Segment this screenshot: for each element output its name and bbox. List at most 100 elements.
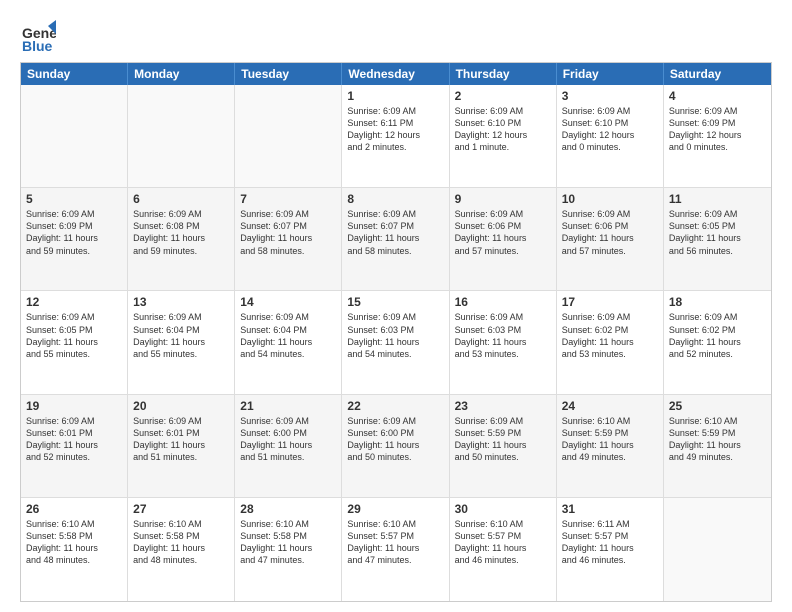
day-cell-24: 24 Sunrise: 6:10 AMSunset: 5:59 PMDayligh… [557,395,664,497]
cell-info: Sunrise: 6:09 AMSunset: 6:06 PMDaylight:… [455,208,551,257]
day-cell-9: 9Sunrise: 6:09 AMSunset: 6:06 PMDaylight… [450,188,557,290]
day-number: 8 [347,192,443,206]
day-cell-6: 6 Sunrise: 6:09 AMSunset: 6:08 PMDaylight… [128,188,235,290]
day-cell-12: 12 Sunrise: 6:09 AMSunset: 6:05 PMDayligh… [21,291,128,393]
day-cell-25: 25Sunrise: 6:10 AMSunset: 5:59 PMDayligh… [664,395,771,497]
day-cell-29: 29Sunrise: 6:10 AMSunset: 5:57 PMDayligh… [342,498,449,601]
day-cell-5: 5 Sunrise: 6:09 AMSunset: 6:09 PMDaylight… [21,188,128,290]
week-row: 5 Sunrise: 6:09 AMSunset: 6:09 PMDaylight… [21,188,771,291]
cell-info: Sunrise: 6:11 AMSunset: 5:57 PMDaylight:… [562,518,658,567]
cell-info: Sunrise: 6:10 AMSunset: 5:58 PMDaylight:… [133,518,229,567]
empty-cell [235,85,342,187]
day-header-saturday: Saturday [664,63,771,85]
day-cell-18: 18 Sunrise: 6:09 AMSunset: 6:02 PMDayligh… [664,291,771,393]
cell-info: Sunrise: 6:09 AMSunset: 6:07 PMDaylight:… [240,208,336,257]
week-row: 19 Sunrise: 6:09 AMSunset: 6:01 PMDayligh… [21,395,771,498]
day-number: 6 [133,192,229,206]
day-cell-10: 10 Sunrise: 6:09 AMSunset: 6:06 PMDayligh… [557,188,664,290]
cell-info: Sunrise: 6:09 AMSunset: 6:11 PMDaylight:… [347,105,443,154]
week-row: 26 Sunrise: 6:10 AMSunset: 5:58 PMDayligh… [21,498,771,601]
day-number: 10 [562,192,658,206]
day-header-tuesday: Tuesday [235,63,342,85]
day-cell-27: 27 Sunrise: 6:10 AMSunset: 5:58 PMDayligh… [128,498,235,601]
cell-info: Sunrise: 6:09 AMSunset: 5:59 PMDaylight:… [455,415,551,464]
day-cell-30: 30 Sunrise: 6:10 AMSunset: 5:57 PMDayligh… [450,498,557,601]
day-number: 4 [669,89,766,103]
day-cell-3: 3Sunrise: 6:09 AMSunset: 6:10 PMDaylight… [557,85,664,187]
week-row: 1 Sunrise: 6:09 AMSunset: 6:11 PMDaylight… [21,85,771,188]
cell-info: Sunrise: 6:09 AMSunset: 6:00 PMDaylight:… [347,415,443,464]
day-number: 18 [669,295,766,309]
cell-info: Sunrise: 6:09 AMSunset: 6:03 PMDaylight:… [347,311,443,360]
day-number: 27 [133,502,229,516]
day-number: 15 [347,295,443,309]
day-cell-8: 8Sunrise: 6:09 AMSunset: 6:07 PMDaylight… [342,188,449,290]
cell-info: Sunrise: 6:09 AMSunset: 6:02 PMDaylight:… [669,311,766,360]
day-cell-13: 13 Sunrise: 6:09 AMSunset: 6:04 PMDayligh… [128,291,235,393]
day-number: 26 [26,502,122,516]
cell-info: Sunrise: 6:09 AMSunset: 6:08 PMDaylight:… [133,208,229,257]
day-number: 2 [455,89,551,103]
logo-icon: General Blue [20,18,56,54]
cell-info: Sunrise: 6:09 AMSunset: 6:04 PMDaylight:… [133,311,229,360]
day-cell-16: 16Sunrise: 6:09 AMSunset: 6:03 PMDayligh… [450,291,557,393]
day-number: 22 [347,399,443,413]
cell-info: Sunrise: 6:10 AMSunset: 5:58 PMDaylight:… [26,518,122,567]
cell-info: Sunrise: 6:09 AMSunset: 6:02 PMDaylight:… [562,311,658,360]
cell-info: Sunrise: 6:09 AMSunset: 6:10 PMDaylight:… [562,105,658,154]
day-header-thursday: Thursday [450,63,557,85]
day-number: 23 [455,399,551,413]
day-header-sunday: Sunday [21,63,128,85]
week-row: 12 Sunrise: 6:09 AMSunset: 6:05 PMDayligh… [21,291,771,394]
day-number: 7 [240,192,336,206]
cell-info: Sunrise: 6:09 AMSunset: 6:00 PMDaylight:… [240,415,336,464]
day-cell-7: 7 Sunrise: 6:09 AMSunset: 6:07 PMDaylight… [235,188,342,290]
day-cell-20: 20Sunrise: 6:09 AMSunset: 6:01 PMDayligh… [128,395,235,497]
day-header-wednesday: Wednesday [342,63,449,85]
cell-info: Sunrise: 6:10 AMSunset: 5:58 PMDaylight:… [240,518,336,567]
calendar: SundayMondayTuesdayWednesdayThursdayFrid… [20,62,772,602]
day-number: 29 [347,502,443,516]
page: General Blue SundayMondayTuesdayWednesda… [0,0,792,612]
header: General Blue [20,18,772,54]
day-cell-28: 28Sunrise: 6:10 AMSunset: 5:58 PMDayligh… [235,498,342,601]
calendar-header: SundayMondayTuesdayWednesdayThursdayFrid… [21,63,771,85]
day-number: 13 [133,295,229,309]
cell-info: Sunrise: 6:10 AMSunset: 5:59 PMDaylight:… [562,415,658,464]
calendar-body: 1 Sunrise: 6:09 AMSunset: 6:11 PMDaylight… [21,85,771,601]
day-cell-14: 14Sunrise: 6:09 AMSunset: 6:04 PMDayligh… [235,291,342,393]
day-number: 12 [26,295,122,309]
day-number: 21 [240,399,336,413]
cell-info: Sunrise: 6:09 AMSunset: 6:05 PMDaylight:… [26,311,122,360]
day-cell-21: 21 Sunrise: 6:09 AMSunset: 6:00 PMDayligh… [235,395,342,497]
day-number: 31 [562,502,658,516]
day-cell-15: 15 Sunrise: 6:09 AMSunset: 6:03 PMDayligh… [342,291,449,393]
cell-info: Sunrise: 6:09 AMSunset: 6:05 PMDaylight:… [669,208,766,257]
day-number: 1 [347,89,443,103]
empty-cell [664,498,771,601]
cell-info: Sunrise: 6:09 AMSunset: 6:03 PMDaylight:… [455,311,551,360]
day-number: 11 [669,192,766,206]
day-cell-22: 22 Sunrise: 6:09 AMSunset: 6:00 PMDayligh… [342,395,449,497]
day-cell-1: 1 Sunrise: 6:09 AMSunset: 6:11 PMDaylight… [342,85,449,187]
cell-info: Sunrise: 6:09 AMSunset: 6:09 PMDaylight:… [26,208,122,257]
cell-info: Sunrise: 6:09 AMSunset: 6:06 PMDaylight:… [562,208,658,257]
day-cell-23: 23 Sunrise: 6:09 AMSunset: 5:59 PMDayligh… [450,395,557,497]
day-cell-26: 26 Sunrise: 6:10 AMSunset: 5:58 PMDayligh… [21,498,128,601]
day-number: 5 [26,192,122,206]
svg-text:Blue: Blue [22,38,53,54]
day-number: 30 [455,502,551,516]
day-number: 24 [562,399,658,413]
cell-info: Sunrise: 6:10 AMSunset: 5:59 PMDaylight:… [669,415,766,464]
day-cell-4: 4 Sunrise: 6:09 AMSunset: 6:09 PMDaylight… [664,85,771,187]
day-header-friday: Friday [557,63,664,85]
day-cell-11: 11 Sunrise: 6:09 AMSunset: 6:05 PMDayligh… [664,188,771,290]
cell-info: Sunrise: 6:09 AMSunset: 6:09 PMDaylight:… [669,105,766,154]
cell-info: Sunrise: 6:09 AMSunset: 6:01 PMDaylight:… [133,415,229,464]
day-header-monday: Monday [128,63,235,85]
cell-info: Sunrise: 6:10 AMSunset: 5:57 PMDaylight:… [455,518,551,567]
cell-info: Sunrise: 6:09 AMSunset: 6:10 PMDaylight:… [455,105,551,154]
day-number: 19 [26,399,122,413]
empty-cell [21,85,128,187]
day-number: 14 [240,295,336,309]
